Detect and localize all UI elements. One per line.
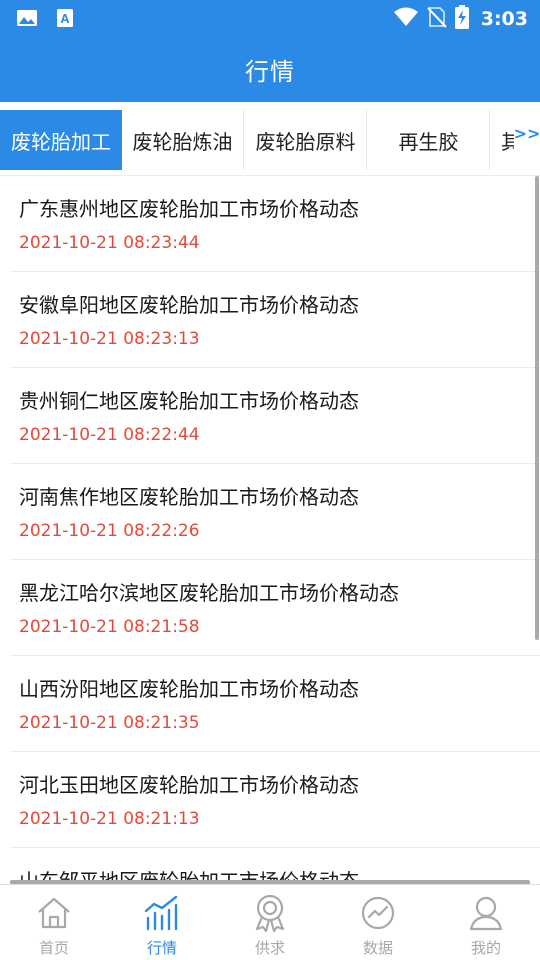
user-icon <box>466 893 506 937</box>
battery-charging-icon <box>454 5 469 33</box>
status-bar: A 3:03 <box>0 0 540 36</box>
list-item[interactable]: 贵州铜仁地区废轮胎加工市场价格动态 2021-10-21 08:22:44 <box>10 368 540 464</box>
nav-label: 供求 <box>254 939 285 957</box>
tab-strip: 废轮胎加工 废轮胎炼油 废轮胎原料 再生胶 其 <box>0 110 540 170</box>
nav-home[interactable]: 首页 <box>0 885 108 960</box>
wifi-icon <box>393 6 419 32</box>
home-icon <box>34 893 74 937</box>
item-title: 河北玉田地区废轮胎加工市场价格动态 <box>19 773 359 797</box>
list-item[interactable]: 山东邹平地区废轮胎加工市场价格动态 <box>10 848 540 884</box>
tab-tire-raw-material[interactable]: 废轮胎原料 <box>245 110 367 170</box>
item-title: 山西汾阳地区废轮胎加工市场价格动态 <box>19 677 359 701</box>
status-time: 3:03 <box>480 8 528 30</box>
tab-label: 废轮胎加工 <box>11 129 111 154</box>
list-item[interactable]: 河南焦作地区废轮胎加工市场价格动态 2021-10-21 08:22:26 <box>10 464 540 560</box>
item-time: 2021-10-21 08:23:44 <box>19 233 200 253</box>
nav-label: 首页 <box>38 939 69 957</box>
item-title: 黑龙江哈尔滨地区废轮胎加工市场价格动态 <box>19 581 399 605</box>
nav-market[interactable]: 行情 <box>108 885 216 960</box>
item-time: 2021-10-21 08:23:13 <box>19 329 200 349</box>
nav-label: 行情 <box>146 939 177 957</box>
item-title: 安徽阜阳地区废轮胎加工市场价格动态 <box>19 293 359 317</box>
market-news-list: 广东惠州地区废轮胎加工市场价格动态 2021-10-21 08:23:44 安徽… <box>0 176 540 884</box>
image-icon <box>16 8 38 32</box>
nav-profile[interactable]: 我的 <box>432 885 540 960</box>
svg-text:A: A <box>60 11 70 26</box>
item-title: 贵州铜仁地区废轮胎加工市场价格动态 <box>19 389 359 413</box>
list-item[interactable]: 广东惠州地区废轮胎加工市场价格动态 2021-10-21 08:23:44 <box>10 176 540 272</box>
tab-reclaimed-rubber[interactable]: 再生胶 <box>368 110 490 170</box>
nav-label: 我的 <box>470 939 501 957</box>
app-header: 行情 <box>0 36 540 102</box>
tab-label: 废轮胎炼油 <box>132 129 233 154</box>
market-chart-icon <box>142 893 182 937</box>
nav-data[interactable]: 数据 <box>324 885 432 960</box>
double-chevron-right-icon: >> <box>513 124 540 143</box>
bottom-nav: 首页 行情 供求 数据 我的 <box>0 884 540 960</box>
vertical-scrollbar[interactable] <box>535 176 539 640</box>
item-time: 2021-10-21 08:22:44 <box>19 425 200 445</box>
item-title: 广东惠州地区废轮胎加工市场价格动态 <box>19 197 359 221</box>
item-time: 2021-10-21 08:22:26 <box>19 521 200 541</box>
app-screen: A 3:03 行情 废轮胎加工 废轮胎炼油 废轮胎原料 再生胶 其 >> 广东惠… <box>0 0 540 960</box>
data-trend-icon <box>358 893 398 937</box>
item-time: 2021-10-21 08:21:35 <box>19 713 200 733</box>
item-time: 2021-10-21 08:21:13 <box>19 809 200 829</box>
tabs-more-button[interactable]: >> <box>514 110 540 170</box>
page-title: 行情 <box>245 57 295 86</box>
tab-tire-pyrolysis[interactable]: 废轮胎炼油 <box>122 110 244 170</box>
supply-badge-icon <box>250 893 290 937</box>
item-title: 河南焦作地区废轮胎加工市场价格动态 <box>19 485 359 509</box>
tab-label: 废轮胎原料 <box>255 129 356 154</box>
font-app-icon: A <box>56 8 74 32</box>
nav-supply[interactable]: 供求 <box>216 885 324 960</box>
list-item[interactable]: 山西汾阳地区废轮胎加工市场价格动态 2021-10-21 08:21:35 <box>10 656 540 752</box>
no-sim-icon <box>427 5 447 33</box>
category-tabs: 废轮胎加工 废轮胎炼油 废轮胎原料 再生胶 其 >> <box>0 102 540 176</box>
list-item[interactable]: 安徽阜阳地区废轮胎加工市场价格动态 2021-10-21 08:23:13 <box>10 272 540 368</box>
tab-tire-processing[interactable]: 废轮胎加工 <box>0 110 122 170</box>
nav-label: 数据 <box>362 939 393 957</box>
list-item[interactable]: 黑龙江哈尔滨地区废轮胎加工市场价格动态 2021-10-21 08:21:58 <box>10 560 540 656</box>
item-time: 2021-10-21 08:21:58 <box>19 617 200 637</box>
tab-label: 再生胶 <box>398 129 459 154</box>
list-item[interactable]: 河北玉田地区废轮胎加工市场价格动态 2021-10-21 08:21:13 <box>10 752 540 848</box>
